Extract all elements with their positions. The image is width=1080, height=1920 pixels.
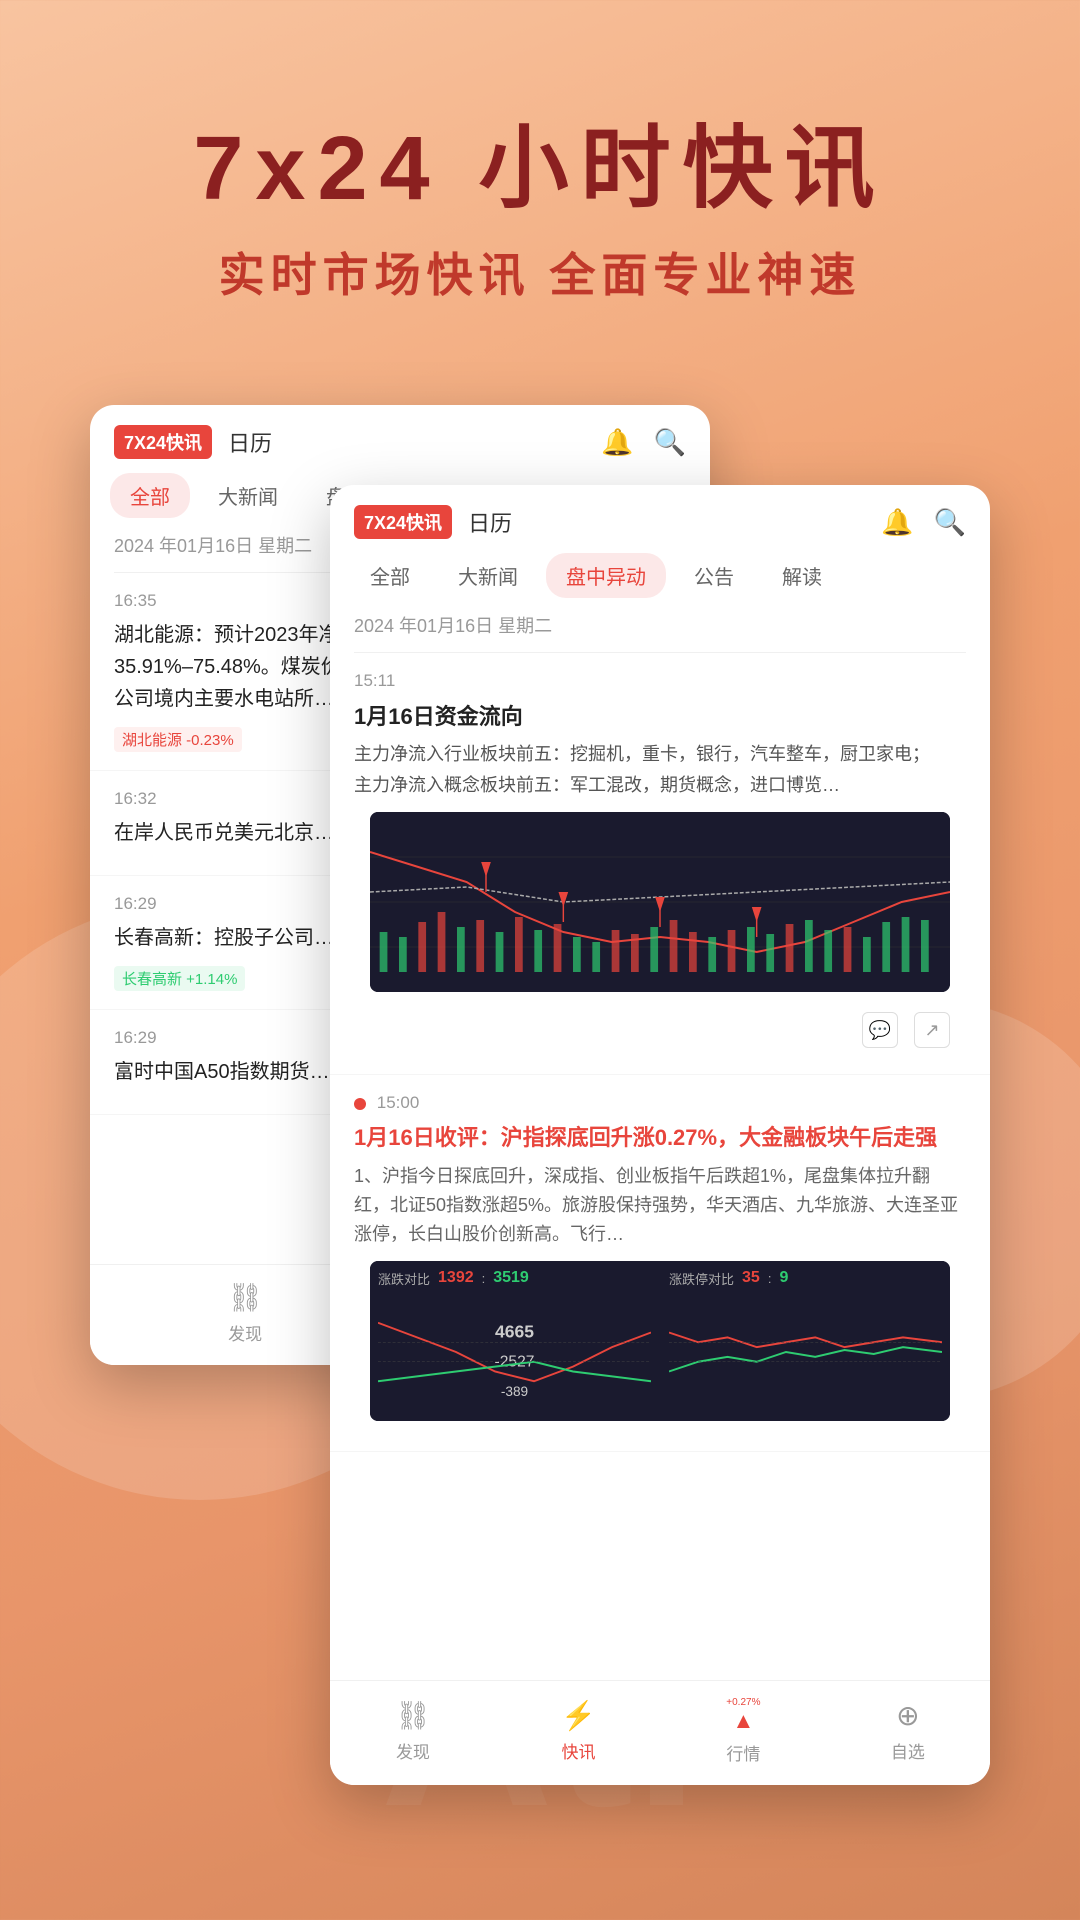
front-card-header: 7X24快讯 日历 🔔 🔍 [330,485,990,539]
chart-left-val1: 1392 [438,1269,474,1287]
front-search-icon[interactable]: 🔍 [934,507,966,538]
front-bottom-nav: ⛓ 发现 ⚡ 快讯 +0.27% ▲ 行情 ⊕ 自选 [330,1680,990,1785]
chart-right-val2: 9 [779,1269,788,1287]
front-tabs: 全部 大新闻 盘中异动 公告 解读 [330,539,990,598]
back-nav-discover-label: 发现 [228,1320,262,1345]
front-news-time-1: 15:11 [354,671,966,691]
front-date: 2024 年01月16日 星期二 [330,598,990,652]
cards-container: 7X24快讯 日历 🔔 🔍 全部 大新闻 盘中异动 公告 解读 2024 年01… [90,405,990,1785]
tab-bignews-back[interactable]: 大新闻 [198,473,298,518]
front-tab-all[interactable]: 全部 [350,553,430,598]
front-tab-announcement[interactable]: 公告 [674,553,754,598]
search-icon[interactable]: 🔍 [654,427,686,458]
front-market-badge: +0.27% ▲ [726,1697,760,1734]
share-icon[interactable]: ↗ [914,1012,950,1048]
back-nav-discover[interactable]: ⛓ 发现 [227,1281,263,1345]
back-header-icons: 🔔 🔍 [601,427,686,458]
front-news-body-2: 1、沪指今日探底回升，深成指、创业板指午后跌超1%，尾盘集体拉升翻红，北证50指… [354,1162,966,1248]
front-tab-bignews[interactable]: 大新闻 [438,553,538,598]
chart-svg-1 [370,812,950,992]
back-stock-badge-3: 长春高新 +1.14% [114,966,245,991]
front-tab-interpret[interactable]: 解读 [762,553,842,598]
tab-all-back[interactable]: 全部 [110,473,190,518]
front-calendar-label: 日历 [468,506,512,538]
front-nav-watchlist[interactable]: ⊕ 自选 [891,1699,925,1763]
back-card-header: 7X24快讯 日历 🔔 🔍 [90,405,710,459]
front-news-body-2: 主力净流入概念板块前五：军工混改，期货概念，进口博览… [354,770,966,801]
front-spacer [330,1452,990,1680]
chart-left-val2: 3519 [493,1269,529,1287]
front-nav-flash-label: 快讯 [562,1738,596,1763]
front-action-icons-1: 💬 ↗ [354,1004,966,1056]
front-watchlist-icon: ⊕ [896,1699,919,1732]
front-card-inner: 7X24快讯 日历 🔔 🔍 全部 大新闻 盘中异动 公告 解读 2024 年01… [330,485,990,1785]
red-dot-2 [354,1098,366,1110]
front-nav-flash[interactable]: ⚡ 快讯 [561,1699,596,1763]
front-nav-discover-label: 发现 [396,1738,430,1763]
front-bell-icon[interactable]: 🔔 [881,507,913,538]
front-tab-midmarket[interactable]: 盘中异动 [546,553,666,598]
front-chart-1 [370,812,950,992]
front-market-icon: ▲ [732,1708,754,1734]
svg-text:-389: -389 [501,1383,528,1398]
back-calendar-label: 日历 [228,426,272,458]
chart-right-val1: 35 [742,1269,760,1287]
front-news-title-2: 1月16日收评：沪指探底回升涨0.27%，大金融板块午后走强 [354,1121,966,1154]
front-nav-market-label: 行情 [726,1740,760,1765]
chart-left-label: 涨跌对比 [378,1269,430,1288]
front-nav-discover[interactable]: ⛓ 发现 [395,1699,431,1763]
hero-title: 7x24 小时快讯 [60,120,1020,219]
front-news-item-1[interactable]: 15:11 1月16日资金流向 主力净流入行业板块前五：挖掘机，重卡，银行，汽车… [330,653,990,1075]
discover-icon: ⛓ [227,1281,263,1314]
chart-left-svg: 4665 -2527 -389 [378,1292,651,1412]
svg-text:4665: 4665 [495,1321,534,1341]
front-news-item-2[interactable]: 15:00 1月16日收评：沪指探底回升涨0.27%，大金融板块午后走强 1、沪… [330,1075,990,1451]
front-news-body-1: 主力净流入行业板块前五：挖掘机，重卡，银行，汽车整车，厨卫家电； [354,739,966,770]
front-nav-market[interactable]: +0.27% ▲ 行情 [726,1697,760,1765]
front-header-icons: 🔔 🔍 [881,507,966,538]
chart-right: 涨跌停对比 35 : 9 [661,1261,950,1421]
front-news-title-1: 1月16日资金流向 [354,699,966,731]
front-app-badge: 7X24快讯 [354,505,452,539]
front-card: 7X24快讯 日历 🔔 🔍 全部 大新闻 盘中异动 公告 解读 2024 年01… [330,485,990,1785]
front-flash-icon: ⚡ [561,1699,596,1732]
comment-icon[interactable]: 💬 [862,1012,898,1048]
front-chart-2: 涨跌对比 1392 : 3519 4665 -2527 -389 [370,1261,950,1421]
chart-right-label: 涨跌停对比 [669,1269,734,1288]
front-discover-icon: ⛓ [395,1699,431,1732]
bell-icon[interactable]: 🔔 [601,427,633,458]
chart-right-svg [669,1292,942,1412]
hero-subtitle: 实时市场快讯 全面专业神速 [60,239,1020,305]
chart-left: 涨跌对比 1392 : 3519 4665 -2527 -389 [370,1261,659,1421]
back-stock-badge-1: 湖北能源 -0.23% [114,727,242,752]
hero-section: 7x24 小时快讯 实时市场快讯 全面专业神速 [0,0,1080,365]
back-app-badge: 7X24快讯 [114,425,212,459]
front-nav-watchlist-label: 自选 [891,1738,925,1763]
front-news-time-2: 15:00 [354,1093,966,1113]
